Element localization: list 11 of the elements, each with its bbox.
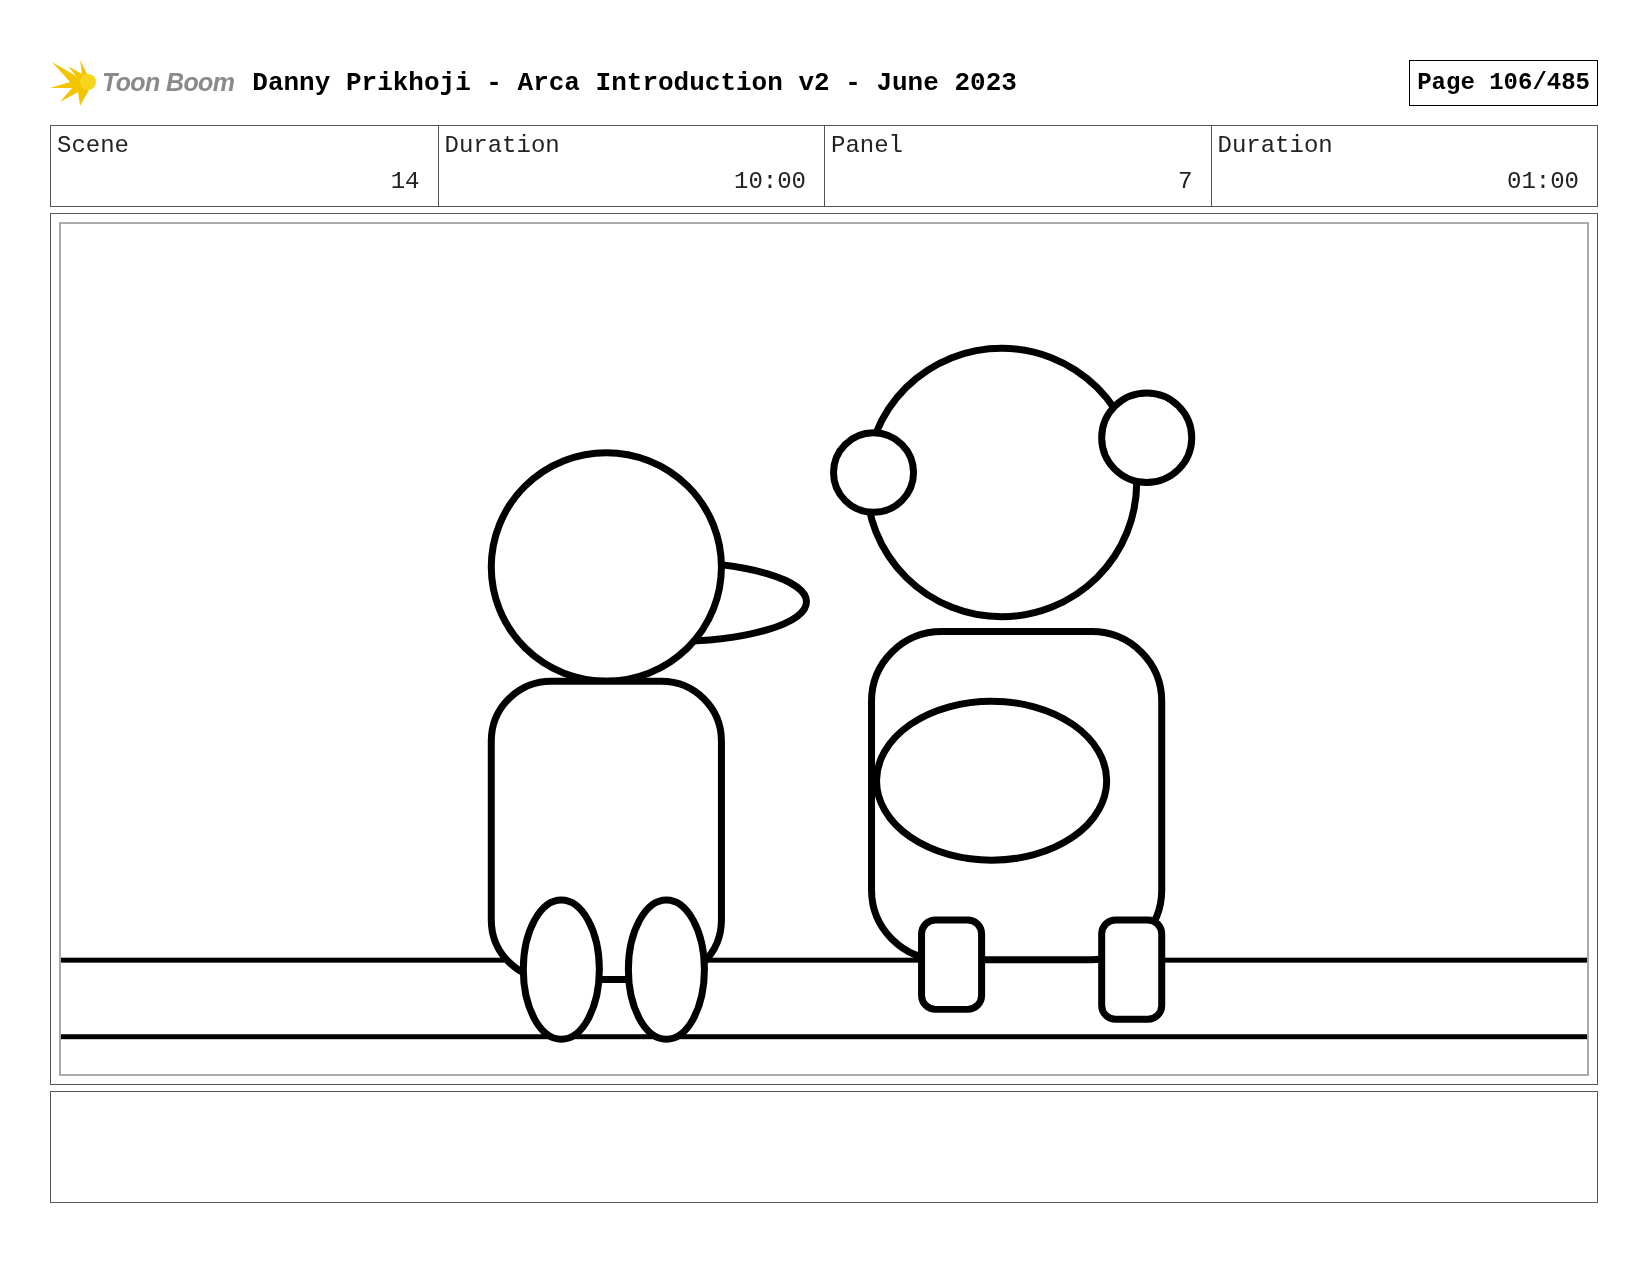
field-label: Duration <box>444 131 560 161</box>
field-label: Panel <box>831 131 903 161</box>
field-value: 14 <box>390 167 420 197</box>
field-value: 10:00 <box>734 167 806 197</box>
logo-text: Toon Boom <box>102 67 235 99</box>
field-value: 7 <box>1178 167 1193 197</box>
field-label: Duration <box>1217 131 1333 161</box>
field-value: 01:00 <box>1507 167 1579 197</box>
page-number: Page 106/485 <box>1409 60 1598 106</box>
document-title: Danny Prikhoji - Arca Introduction v2 - June 2023 <box>252 66 1017 100</box>
field-label: Scene <box>57 131 129 161</box>
